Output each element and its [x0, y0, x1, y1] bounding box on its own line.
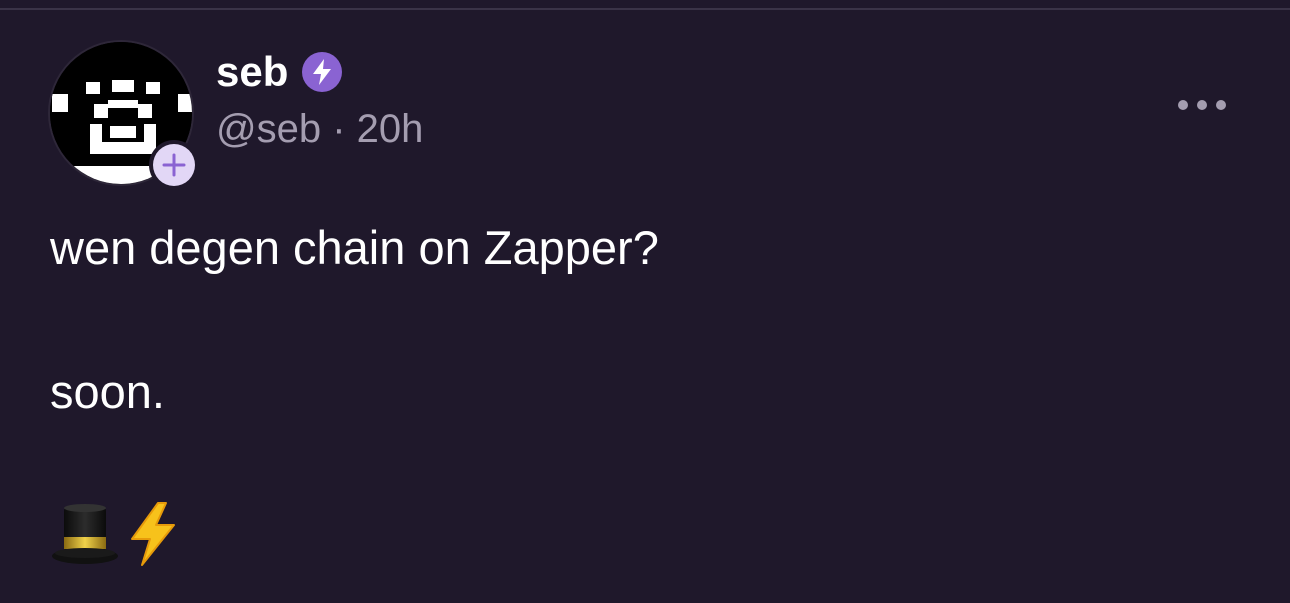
- author-display-name[interactable]: seb: [216, 46, 288, 98]
- more-horizontal-icon-dot: [1197, 100, 1207, 110]
- top-hat-icon: [50, 501, 120, 572]
- more-horizontal-icon-dot: [1216, 100, 1226, 110]
- meta-separator: ·: [332, 107, 357, 151]
- author-username[interactable]: @seb: [216, 107, 321, 151]
- post-timestamp[interactable]: 20h: [357, 107, 424, 151]
- author-name-row: seb: [216, 46, 423, 98]
- follow-button[interactable]: [149, 140, 199, 190]
- post-header: seb @seb · 20h: [216, 46, 423, 154]
- power-badge-icon: [302, 52, 343, 92]
- post-emoji-row: [50, 502, 178, 572]
- post-text-line: wen degen chain on Zapper?: [50, 221, 659, 274]
- author-avatar-container[interactable]: [48, 40, 199, 190]
- lightning-icon: [128, 501, 178, 572]
- top-divider: [0, 8, 1290, 10]
- more-options-button[interactable]: [1178, 94, 1226, 116]
- post-text-line: soon.: [50, 365, 165, 418]
- plus-icon: [153, 144, 195, 186]
- author-meta-row: @seb · 20h: [216, 104, 423, 154]
- more-horizontal-icon: [1178, 100, 1188, 110]
